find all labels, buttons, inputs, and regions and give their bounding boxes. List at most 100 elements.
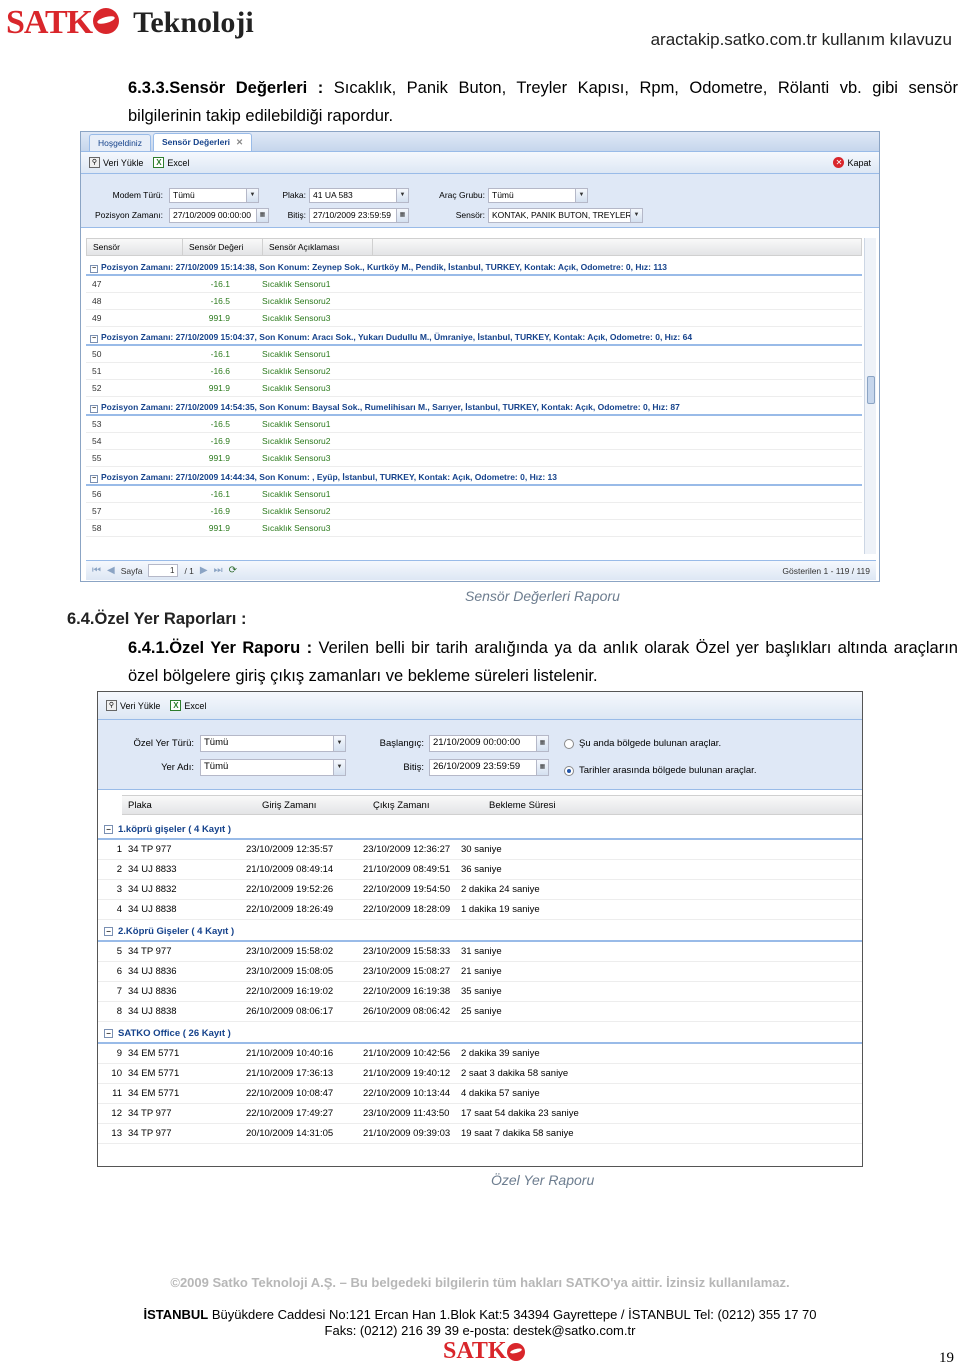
tab-hosgeldiniz[interactable]: Hoşgeldiniz	[89, 134, 151, 151]
plaka-select[interactable]: 41 UA 583 ▼	[309, 188, 409, 203]
group-header[interactable]: − SATKO Office ( 26 Kayıt )	[98, 1024, 862, 1044]
excel-button[interactable]: X Excel	[170, 700, 206, 711]
close-button[interactable]: ✕ Kapat	[833, 157, 871, 168]
tab-sensor-degerleri-label: Sensör Değerleri	[161, 137, 230, 147]
group-header[interactable]: − Pozisyon Zamanı: 27/10/2009 14:54:35, S…	[86, 399, 862, 416]
table-row[interactable]: 2 34 UJ 8833 21/10/2009 08:49:14 21/10/2009…	[98, 860, 862, 880]
table-row[interactable]: 58 991.9 Sıcaklık Sensoru3	[86, 520, 862, 537]
row-plaka: 34 UJ 8838	[128, 904, 177, 915]
col-giris[interactable]: Giriş Zamanı	[262, 800, 316, 811]
table-row[interactable]: 8 34 UJ 8838 26/10/2009 08:06:17 26/10/2009…	[98, 1002, 862, 1022]
refresh-icon[interactable]: ⟳	[229, 565, 237, 576]
table-row[interactable]: 12 34 TP 977 22/10/2009 17:49:27 23/10/2009…	[98, 1104, 862, 1124]
table-row[interactable]: 48 -16.5 Sıcaklık Sensoru2	[86, 293, 862, 310]
collapse-icon[interactable]: −	[90, 265, 98, 273]
tur-select[interactable]: Tümü ▼	[200, 735, 346, 752]
first-page-icon[interactable]: ⏮	[92, 565, 101, 576]
scrollbar-thumb[interactable]	[867, 376, 875, 404]
collapse-icon[interactable]: −	[104, 927, 113, 936]
table-row[interactable]: 7 34 UJ 8836 22/10/2009 16:19:02 22/10/2009…	[98, 982, 862, 1002]
table-row[interactable]: 10 34 EM 5771 21/10/2009 17:36:13 21/10/200…	[98, 1064, 862, 1084]
row-description: Sıcaklık Sensoru2	[262, 296, 331, 306]
row-value: 991.9	[208, 313, 230, 323]
group-title: Pozisyon Zamanı: 27/10/2009 15:04:37, So…	[101, 332, 693, 342]
row-sensor: 49	[92, 313, 102, 323]
table-row[interactable]: 3 34 UJ 8832 22/10/2009 19:52:26 22/10/2009…	[98, 880, 862, 900]
row-description: Sıcaklık Sensoru2	[262, 436, 331, 446]
yer-adi-label: Yer Adı:	[161, 762, 194, 773]
row-sensor: 51	[92, 366, 102, 376]
radio-range[interactable]: Tarihler arasında bölgede bulunan araçla…	[564, 765, 756, 776]
baslangic-date-input[interactable]: 21/10/2009 00:00:00 ▦	[429, 735, 549, 752]
table-row[interactable]: 55 991.9 Sıcaklık Sensoru3	[86, 450, 862, 467]
load-data-button[interactable]: ⚲ Veri Yükle	[89, 157, 143, 168]
table-row[interactable]: 1 34 TP 977 23/10/2009 12:35:57 23/10/2009 …	[98, 840, 862, 860]
next-page-icon[interactable]: ▶	[200, 565, 208, 576]
table-row[interactable]: 50 -16.1 Sıcaklık Sensoru1	[86, 346, 862, 363]
col-bekleme[interactable]: Bekleme Süresi	[489, 800, 556, 811]
collapse-icon[interactable]: −	[104, 825, 113, 834]
row-giris: 23/10/2009 12:35:57	[246, 844, 334, 855]
row-number: 6	[116, 966, 122, 977]
bitis-date-input[interactable]: 26/10/2009 23:59:59 ▦	[429, 759, 549, 776]
group-header[interactable]: − Pozisyon Zamanı: 27/10/2009 15:04:37, S…	[86, 329, 862, 346]
col-sensor[interactable]: Sensör	[87, 239, 183, 255]
table-row[interactable]: 51 -16.6 Sıcaklık Sensoru2	[86, 363, 862, 380]
chevron-down-icon[interactable]: ▼	[630, 209, 642, 222]
col-plaka[interactable]: Plaka	[128, 800, 152, 811]
arac-grubu-select[interactable]: Tümü ▼	[488, 188, 588, 203]
last-page-icon[interactable]: ⏭	[214, 565, 223, 576]
table-row[interactable]: 56 -16.1 Sıcaklık Sensoru1	[86, 486, 862, 503]
bitis-date-input[interactable]: 27/10/2009 23:59:59 ▦	[309, 208, 409, 223]
group-header[interactable]: −2.Köprü Gişeler ( 4 Kayıt )	[98, 922, 862, 942]
calendar-icon[interactable]: ▦	[536, 736, 548, 751]
modem-value: Tümü	[173, 190, 195, 200]
tab-sensor-degerleri[interactable]: Sensör Değerleri ✕	[152, 133, 253, 151]
table-row[interactable]: 5 34 TP 977 23/10/2009 15:58:02 23/10/2009 …	[98, 942, 862, 962]
col-cikis[interactable]: Çıkış Zamanı	[373, 800, 430, 811]
footer-city: İSTANBUL	[143, 1307, 209, 1322]
collapse-icon[interactable]: −	[90, 405, 98, 413]
table-row[interactable]: 11 34 EM 5771 22/10/2009 10:08:47 22/10/200…	[98, 1084, 862, 1104]
bitis-value: 26/10/2009 23:59:59	[433, 761, 521, 772]
calendar-icon[interactable]: ▦	[536, 760, 548, 775]
yer-adi-select[interactable]: Tümü ▼	[200, 759, 346, 776]
col-sensor-aciklamasi[interactable]: Sensör Açıklaması	[263, 239, 373, 255]
collapse-icon[interactable]: −	[90, 335, 98, 343]
table-row[interactable]: 57 -16.9 Sıcaklık Sensoru2	[86, 503, 862, 520]
group-header[interactable]: −1.köprü gişeler ( 4 Kayıt )	[98, 820, 862, 840]
scrollbar[interactable]	[864, 238, 876, 554]
table-row[interactable]: 52 991.9 Sıcaklık Sensoru3	[86, 380, 862, 397]
group-header[interactable]: − Pozisyon Zamanı: 27/10/2009 15:14:38, S…	[86, 259, 862, 276]
chevron-down-icon[interactable]: ▼	[575, 189, 587, 202]
group-title: SATKO Office ( 26 Kayıt )	[118, 1028, 231, 1039]
collapse-icon[interactable]: −	[104, 1029, 113, 1038]
radio-current[interactable]: Şu anda bölgede bulunan araçlar.	[564, 738, 721, 749]
page-input[interactable]: 1	[148, 564, 179, 577]
table-row[interactable]: 49 991.9 Sıcaklık Sensoru3	[86, 310, 862, 327]
row-plaka: 34 TP 977	[128, 946, 172, 957]
table-row[interactable]: 9 34 EM 5771 21/10/2009 10:40:16 21/10/2009…	[98, 1044, 862, 1064]
table-row[interactable]: 13 34 TP 977 20/10/2009 14:31:05 21/10/2009…	[98, 1124, 862, 1144]
row-giris: 21/10/2009 17:36:13	[246, 1068, 334, 1079]
close-tab-icon[interactable]: ✕	[236, 137, 243, 147]
modem-label: Modem Türü:	[112, 190, 163, 200]
table-row[interactable]: 53 -16.5 Sıcaklık Sensoru1	[86, 416, 862, 433]
table-row[interactable]: 54 -16.9 Sıcaklık Sensoru2	[86, 433, 862, 450]
sensor-select[interactable]: KONTAK, PANIK BUTON, TREYLER K... ▼	[488, 208, 643, 223]
table-row[interactable]: 4 34 UJ 8838 22/10/2009 18:26:49 22/10/2009…	[98, 900, 862, 920]
row-description: Sıcaklık Sensoru1	[262, 279, 331, 289]
table-row[interactable]: 6 34 UJ 8836 23/10/2009 15:08:05 23/10/2009…	[98, 962, 862, 982]
excel-button[interactable]: X Excel	[153, 157, 189, 168]
prev-page-icon[interactable]: ◀	[107, 565, 115, 576]
group-header[interactable]: − Pozisyon Zamanı: 27/10/2009 14:44:34, S…	[86, 469, 862, 486]
row-sensor: 48	[92, 296, 102, 306]
row-cikis: 21/10/2009 19:40:12	[363, 1068, 451, 1079]
col-sensor-degeri[interactable]: Sensör Değeri	[183, 239, 263, 255]
collapse-icon[interactable]: −	[90, 475, 98, 483]
load-data-button[interactable]: ⚲ Veri Yükle	[106, 700, 160, 711]
table-row[interactable]: 47 -16.1 Sıcaklık Sensoru1	[86, 276, 862, 293]
row-plaka: 34 EM 5771	[128, 1068, 180, 1079]
radio-current-dot[interactable]	[564, 738, 574, 749]
radio-range-dot[interactable]	[564, 765, 574, 776]
